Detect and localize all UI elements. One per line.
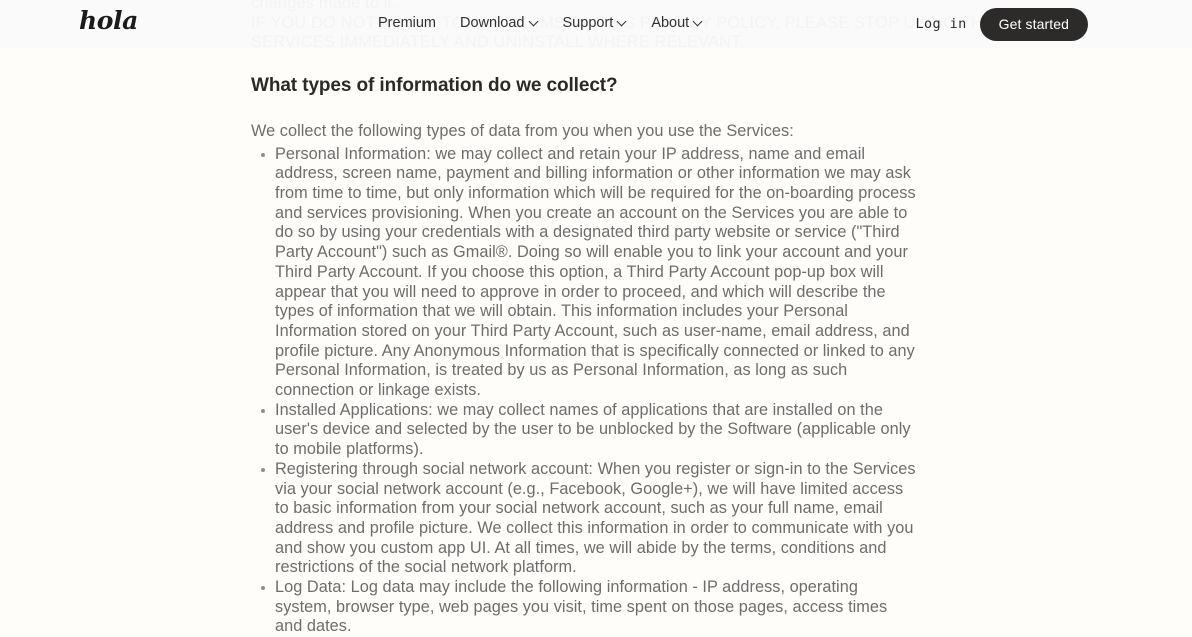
list-item: Installed Applications: we may collect n… [251, 401, 916, 460]
site-logo[interactable]: hola [79, 6, 138, 36]
document-content: What types of information do we collect?… [251, 0, 916, 637]
list-item: Personal Information: we may collect and… [251, 145, 916, 401]
get-started-button[interactable]: Get started [979, 7, 1088, 41]
list-item: Registering through social network accou… [251, 460, 916, 578]
login-link[interactable]: Log in [915, 7, 966, 41]
intro-paragraph: We collect the following types of data f… [251, 122, 794, 140]
information-types-list: Personal Information: we may collect and… [251, 145, 916, 637]
page-title: What types of information do we collect? [251, 75, 618, 96]
list-item: Log Data: Log data may include the follo… [251, 578, 916, 637]
header-actions: Log in Get started [915, 7, 1088, 41]
